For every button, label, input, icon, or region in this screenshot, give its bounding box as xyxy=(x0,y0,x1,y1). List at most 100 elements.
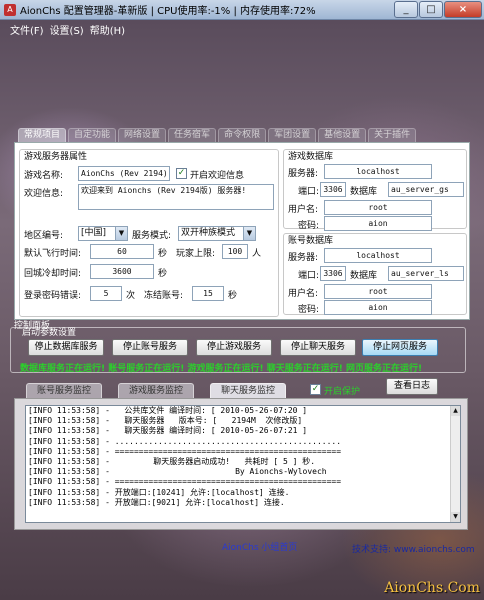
close-button[interactable]: × xyxy=(444,1,482,18)
stop-account-button[interactable]: 停止账号服务 xyxy=(112,339,188,356)
account-db-group: 账号数据库 服务器: localhost 端口: 3306 数据库 au_ser… xyxy=(283,233,467,315)
title-bar: A AionChs 配置管理器-革新版 | CPU使用率:-1% | 内存使用率… xyxy=(0,0,484,20)
return-cooldown-unit: 秒 xyxy=(158,269,168,279)
log-line: [INFO 11:53:58] - 聊天服务器 版本号: [ 2194M 次修改… xyxy=(28,416,303,426)
menu-help[interactable]: 帮助(H) xyxy=(90,22,125,37)
stop-game-button[interactable]: 停止游戏服务 xyxy=(196,339,272,356)
top-tab-bar: 常规项目 自定功能 网络设置 任务宿军 命令权限 军团设置 基他设置 关于插件 xyxy=(18,128,418,142)
login-error-label: 登录密码错误: xyxy=(24,291,82,301)
account-db-server-label: 服务器: xyxy=(288,253,319,263)
menu-settings[interactable]: 设置(S) xyxy=(50,22,84,37)
log-line: [INFO 11:53:58] - 公共库文件 编译时间: [ 2010-05-… xyxy=(28,406,308,415)
log-line: [INFO 11:53:58] - ======================… xyxy=(28,446,342,456)
account-db-user-label: 用户名: xyxy=(288,289,319,299)
tab-quest[interactable]: 任务宿军 xyxy=(168,128,217,142)
tab-account-monitor[interactable]: 账号服务监控 xyxy=(26,383,103,399)
return-cooldown-label: 回城冷却时间: xyxy=(24,269,82,279)
service-mode-value: 双开种族模式 xyxy=(181,228,236,238)
welcome-checkbox[interactable]: ✓ xyxy=(176,168,187,179)
login-error-unit: 次 xyxy=(126,291,136,301)
window-controls: _ □ × xyxy=(393,1,482,18)
player-limit-label: 玩家上限: xyxy=(176,249,216,259)
tab-commands[interactable]: 命令权限 xyxy=(218,128,267,142)
tab-network[interactable]: 网络设置 xyxy=(118,128,167,142)
protect-checkbox[interactable]: ✓ xyxy=(310,384,321,395)
flight-time-input[interactable]: 60 xyxy=(90,244,154,259)
log-line: [INFO 11:53:58] - 开放端口:[9021] 允许:[localh… xyxy=(28,497,285,507)
service-mode-label: 服务模式: xyxy=(132,231,172,241)
support-link[interactable]: 技术支持: www.aionchs.com xyxy=(352,542,475,555)
game-db-server-label: 服务器: xyxy=(288,169,319,179)
log-scrollbar[interactable]: ▲ ▼ xyxy=(450,406,460,522)
freeze-account-input[interactable]: 15 xyxy=(192,286,224,301)
region-label: 地区编号: xyxy=(24,231,64,241)
game-db-server-input[interactable]: localhost xyxy=(324,164,432,179)
startup-settings-title: 启动参数设置 xyxy=(22,328,77,338)
tab-other[interactable]: 基他设置 xyxy=(318,128,367,142)
log-line: [INFO 11:53:58] - ======================… xyxy=(28,477,342,487)
log-line: [INFO 11:53:58] - ......................… xyxy=(28,436,342,446)
region-value: [中国] xyxy=(81,228,107,238)
log-line: [INFO 11:53:58] - 聊天服务器启动成功! 共耗时 [ 5 ] 秒… xyxy=(28,457,316,467)
tab-game-monitor[interactable]: 游戏服务监控 xyxy=(118,383,195,399)
tab-custom[interactable]: 自定功能 xyxy=(68,128,117,142)
scroll-down-icon[interactable]: ▼ xyxy=(451,512,460,522)
chevron-down-icon: ▼ xyxy=(243,227,255,240)
player-limit-input[interactable]: 100 xyxy=(222,244,248,259)
minimize-button[interactable]: _ xyxy=(394,1,418,18)
account-db-password-input[interactable]: aion xyxy=(324,300,432,315)
general-panel: 游戏服务器属性 游戏名称: AionChs (Rev 2194) ✓ 开启欢迎信… xyxy=(14,142,470,320)
home-link[interactable]: AionChs 小组首页 xyxy=(222,540,297,553)
tab-general[interactable]: 常规项目 xyxy=(18,128,67,142)
log-line: [INFO 11:53:58] - By Aionchs-Wylovech xyxy=(28,467,327,477)
log-output[interactable]: [INFO 11:53:58] - 公共库文件 编译时间: [ 2010-05-… xyxy=(25,405,461,523)
tab-legion[interactable]: 军团设置 xyxy=(268,128,317,142)
welcome-message-input[interactable]: 欢迎来到 Aionchs (Rev 2194版) 服务器! xyxy=(78,184,274,210)
game-db-user-input[interactable]: root xyxy=(324,200,432,215)
chat-monitor-panel: [INFO 11:53:58] - 公共库文件 编译时间: [ 2010-05-… xyxy=(14,398,468,530)
game-server-group: 游戏服务器属性 游戏名称: AionChs (Rev 2194) ✓ 开启欢迎信… xyxy=(19,149,279,317)
welcome-message-label: 欢迎信息: xyxy=(24,189,64,199)
tab-chat-monitor[interactable]: 聊天服务监控 xyxy=(210,383,287,399)
player-limit-unit: 人 xyxy=(252,249,262,259)
account-db-database-input[interactable]: au_server_ls xyxy=(388,266,464,281)
tab-about[interactable]: 关于插件 xyxy=(368,128,417,142)
game-db-password-input[interactable]: aion xyxy=(324,216,432,231)
protect-label: 开启保护 xyxy=(324,387,361,397)
game-db-port-input[interactable]: 3306 xyxy=(320,182,346,197)
chevron-down-icon: ▼ xyxy=(115,227,127,240)
window-title: AionChs 配置管理器-革新版 | CPU使用率:-1% | 内存使用率:7… xyxy=(20,6,316,17)
stop-web-button[interactable]: 停止网页服务 xyxy=(362,339,438,356)
view-log-button[interactable]: 查看日志 xyxy=(386,378,438,395)
account-db-password-label: 密码: xyxy=(298,305,320,315)
game-db-group-title: 游戏数据库 xyxy=(288,152,334,162)
menu-file[interactable]: 文件(F) xyxy=(10,22,44,37)
site-watermark: AionChs.Com xyxy=(384,580,480,596)
game-name-input[interactable]: AionChs (Rev 2194) xyxy=(78,166,170,181)
menu-bar: 文件(F) 设置(S) 帮助(H) xyxy=(10,22,125,37)
game-server-group-title: 游戏服务器属性 xyxy=(24,152,88,162)
game-db-database-input[interactable]: au_server_gs xyxy=(388,182,464,197)
stop-chat-button[interactable]: 停止聊天服务 xyxy=(280,339,356,356)
freeze-account-label: 冻结账号: xyxy=(144,291,184,301)
account-db-port-input[interactable]: 3306 xyxy=(320,266,346,281)
service-mode-select[interactable]: 双开种族模式 ▼ xyxy=(178,226,256,241)
account-db-database-label: 数据库 xyxy=(350,271,378,281)
game-db-password-label: 密码: xyxy=(298,221,320,231)
account-db-server-input[interactable]: localhost xyxy=(324,248,432,263)
region-select[interactable]: [中国] ▼ xyxy=(78,226,128,241)
log-line: [INFO 11:53:58] - 聊天服务器 编译时间: [ 2010-05-… xyxy=(28,426,308,436)
game-db-port-label: 端口: xyxy=(298,187,320,197)
maximize-button[interactable]: □ xyxy=(419,1,443,18)
scroll-up-icon[interactable]: ▲ xyxy=(451,406,460,416)
service-status-line: 数据库服务正在运行! 账号服务正在运行! 游戏服务正在运行! 聊天服务正在运行!… xyxy=(20,364,423,374)
return-cooldown-input[interactable]: 3600 xyxy=(90,264,154,279)
game-db-database-label: 数据库 xyxy=(350,187,378,197)
freeze-account-unit: 秒 xyxy=(228,291,238,301)
welcome-checkbox-label: 开启欢迎信息 xyxy=(190,171,245,181)
game-db-group: 游戏数据库 服务器: localhost 端口: 3306 数据库 au_ser… xyxy=(283,149,467,231)
account-db-user-input[interactable]: root xyxy=(324,284,432,299)
stop-database-button[interactable]: 停止数据库服务 xyxy=(28,339,104,356)
login-error-input[interactable]: 5 xyxy=(90,286,122,301)
app-icon: A xyxy=(4,3,16,16)
